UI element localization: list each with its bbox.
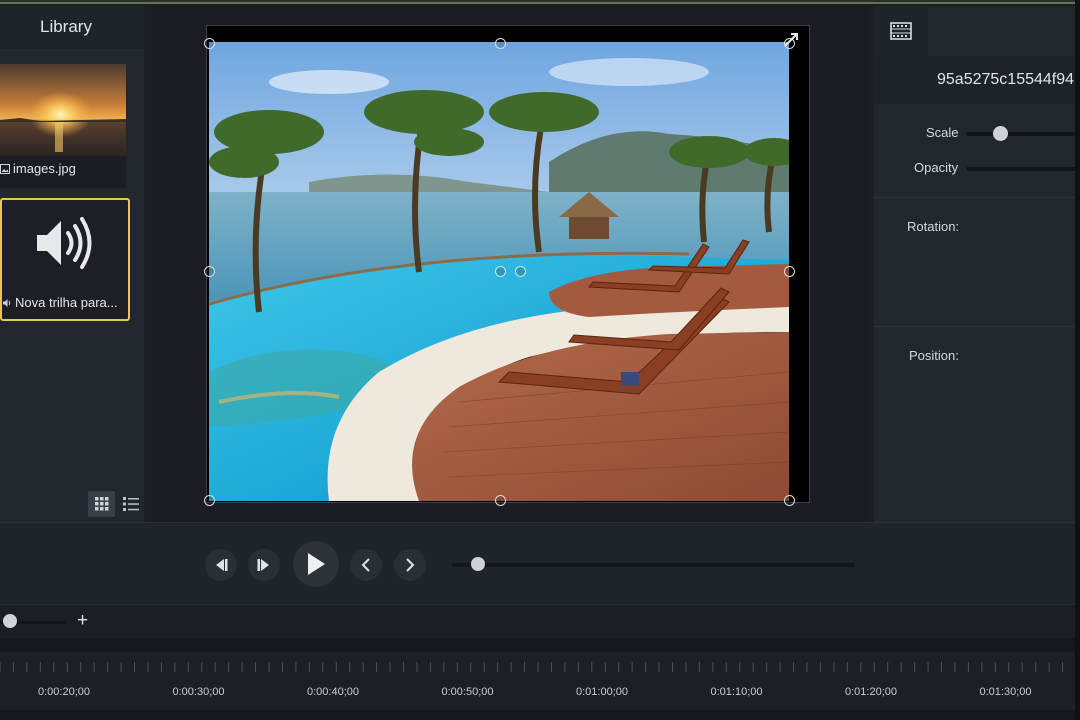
top-accent-bar <box>0 0 1080 4</box>
film-icon <box>890 22 912 40</box>
grid-view-icon <box>94 497 108 511</box>
position-label: Position: <box>909 348 959 363</box>
audio-item-name: Nova trilha para... <box>15 295 118 310</box>
resize-handle[interactable] <box>495 495 506 506</box>
ruler-ticks <box>0 662 1064 672</box>
center-handle[interactable] <box>495 266 506 277</box>
resize-handle[interactable] <box>784 495 795 506</box>
timeline-tick-label: 0:00:30;00 <box>172 686 225 698</box>
library-item-audio[interactable]: Nova trilha para... <box>0 198 130 321</box>
list-view-icon <box>123 497 139 511</box>
image-file-icon <box>0 162 10 174</box>
timeline-tick-label: 0:00:50;00 <box>441 686 494 698</box>
zoom-in-button[interactable]: + <box>77 610 88 632</box>
step-back-button[interactable] <box>205 549 237 581</box>
library-title: Library <box>40 17 92 36</box>
next-icon <box>406 558 415 572</box>
scale-slider-thumb[interactable] <box>993 126 1008 141</box>
expand-arrow-icon[interactable] <box>781 30 801 50</box>
resize-handle[interactable] <box>204 495 215 506</box>
prev-icon <box>361 558 370 572</box>
opacity-label: Opacity <box>914 160 959 175</box>
library-item-label: images.jpg <box>0 161 76 176</box>
step-back-icon <box>216 559 228 571</box>
play-button[interactable] <box>293 541 339 587</box>
previous-button[interactable] <box>350 549 382 581</box>
library-panel: Library images.jpg Nova trilha para... <box>0 6 144 522</box>
timeline-tick-label: 0:00:40;00 <box>307 686 359 698</box>
visual-properties-tab[interactable] <box>874 6 928 58</box>
grid-view-button[interactable] <box>88 491 115 517</box>
step-forward-button[interactable] <box>248 549 280 581</box>
clip-name: 95a5275c15544f94 <box>937 71 1075 88</box>
opacity-slider[interactable] <box>966 167 1080 171</box>
sunset-thumbnail <box>0 64 126 156</box>
timeline-tick-label: 0:01:00;00 <box>576 686 628 698</box>
properties-panel: 95a5275c15544f94 Scale Opacity Rotation:… <box>874 6 1080 522</box>
resize-handle[interactable] <box>784 266 795 277</box>
scrub-bar[interactable] <box>452 563 855 567</box>
audio-thumbnail <box>2 200 126 286</box>
timeline-tick-label: 0:01:20;00 <box>845 686 897 698</box>
list-view-button[interactable] <box>118 491 144 517</box>
timeline-ruler[interactable]: 0:00:20;00 0:00:30;00 0:00:40;00 0:00:50;00… <box>0 638 1080 720</box>
library-item-image[interactable]: images.jpg <box>0 64 126 188</box>
playback-controls <box>0 522 1080 605</box>
zoom-slider-thumb[interactable] <box>3 614 17 628</box>
scrub-thumb[interactable] <box>471 557 485 571</box>
resize-handle[interactable] <box>495 38 506 49</box>
divider <box>874 197 1080 198</box>
canvas-area <box>150 6 868 522</box>
scale-slider[interactable] <box>966 132 1080 136</box>
preview-frame[interactable] <box>204 25 810 506</box>
divider <box>874 326 1080 327</box>
window-edge <box>1075 0 1080 720</box>
resize-handle[interactable] <box>204 38 215 49</box>
speaker-icon <box>37 217 92 269</box>
step-forward-icon <box>257 559 269 571</box>
speaker-small-icon <box>2 296 12 307</box>
scale-label: Scale <box>926 125 959 140</box>
library-item-label: Nova trilha para... <box>2 295 118 310</box>
timeline-tick-label: 0:01:30;00 <box>979 686 1032 698</box>
properties-header: 95a5275c15544f94 <box>874 56 1080 104</box>
next-button[interactable] <box>394 549 426 581</box>
rotate-handle[interactable] <box>515 266 526 277</box>
play-icon <box>308 553 325 575</box>
timeline-zoom-row: + <box>0 604 1080 639</box>
image-item-name: images.jpg <box>13 161 76 176</box>
library-header: Library <box>0 6 144 51</box>
timeline-tick-label: 0:00:20;00 <box>38 686 90 698</box>
timeline-tick-label: 0:01:10;00 <box>710 686 763 698</box>
resize-handle[interactable] <box>204 266 215 277</box>
rotation-label: Rotation: <box>907 219 960 234</box>
